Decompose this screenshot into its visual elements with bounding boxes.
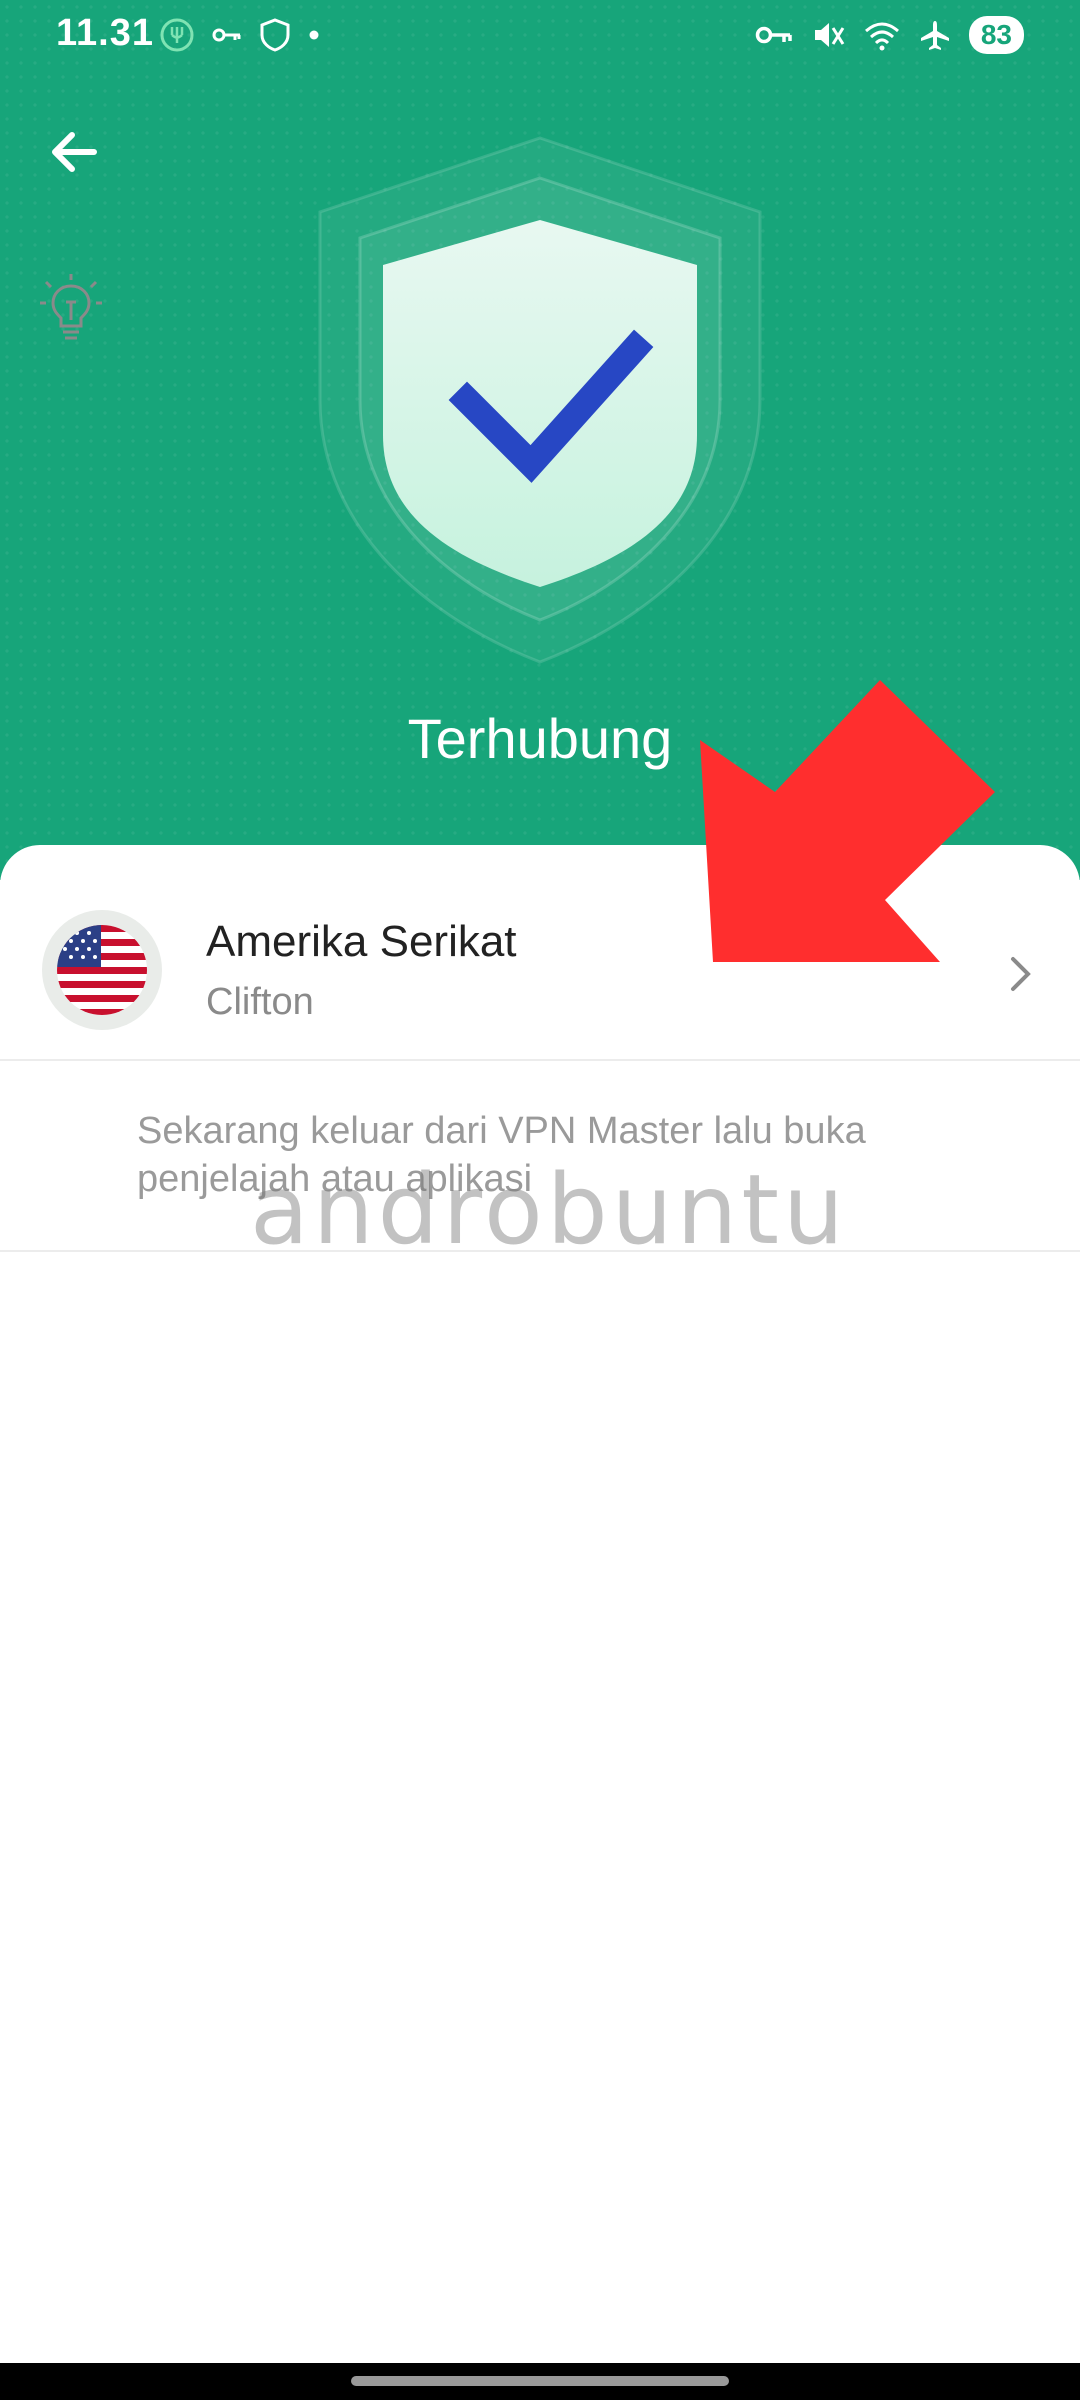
server-city: Clifton <box>206 981 314 1023</box>
battery-badge: 83 <box>968 16 1024 54</box>
fork-icon <box>160 18 194 52</box>
content-sheet: Amerika Serikat Clifton <box>0 845 1080 2363</box>
lightbulb-icon <box>40 274 102 340</box>
status-bar: 11.31 83 <box>0 0 1080 74</box>
chevron-right-icon <box>1011 957 1031 991</box>
dot-icon <box>309 30 319 40</box>
home-gesture-handle[interactable] <box>351 2376 729 2386</box>
shield-check-illustration <box>318 136 762 664</box>
shield-icon <box>260 18 290 52</box>
server-country: Amerika Serikat <box>206 917 517 966</box>
navigation-bar <box>0 2363 1080 2400</box>
status-right-icons: 83 <box>755 16 1024 54</box>
key-icon <box>212 28 241 42</box>
wifi-icon <box>864 22 899 51</box>
vpn-key-icon <box>755 26 792 44</box>
status-time: 11.31 <box>56 12 154 54</box>
back-arrow-icon[interactable] <box>44 122 104 182</box>
watermark-text: androbuntu <box>250 1154 848 1266</box>
mute-icon <box>814 23 845 47</box>
divider <box>0 1059 1080 1061</box>
status-left-icons <box>160 18 320 52</box>
us-flag-icon <box>42 910 162 1030</box>
airplane-icon <box>920 21 949 50</box>
annotation-arrow-icon <box>700 680 995 962</box>
